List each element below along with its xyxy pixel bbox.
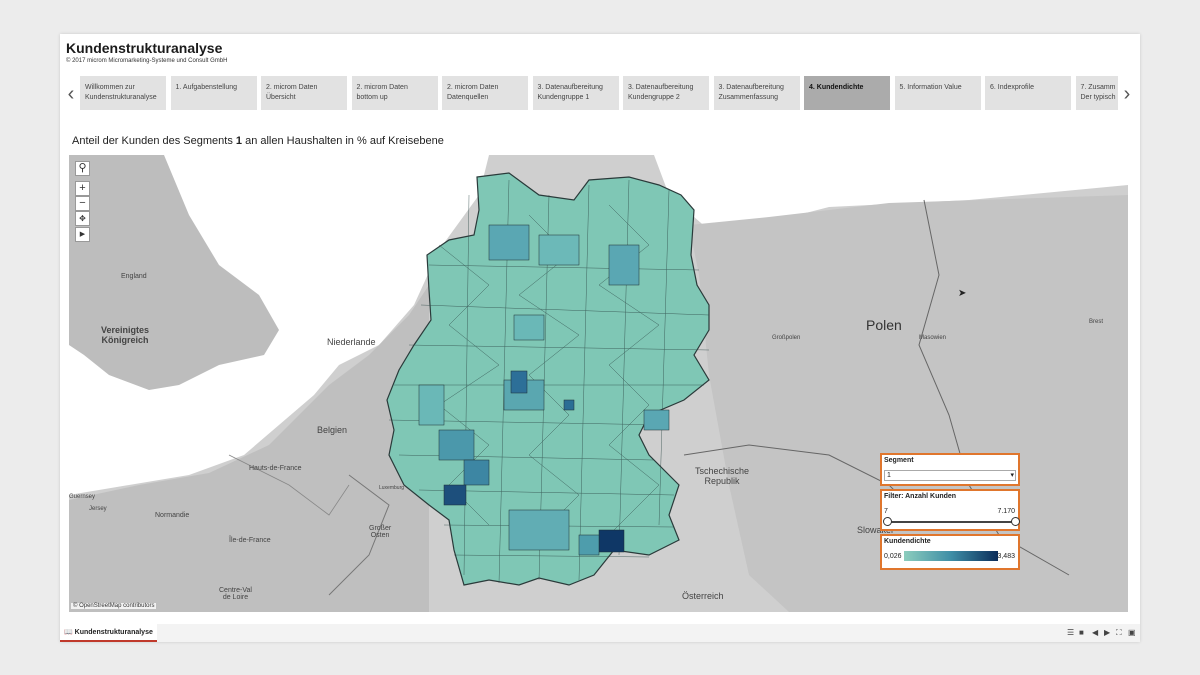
map-label: Normandie	[155, 512, 190, 519]
story-navigator: Willkommen zur Kundenstrukturanalyse 1. A…	[80, 76, 1118, 110]
osm-credit: © OpenStreetMap contributors	[71, 603, 157, 609]
anzahl-min: 7	[884, 508, 888, 515]
story-tab[interactable]: 2. microm Daten Übersicht	[261, 76, 349, 110]
segment-title: Segment	[884, 457, 914, 464]
map-label: Centre-Val de Loire	[219, 587, 252, 601]
kundendichte-legend: Kundendichte 0,026 3,483	[880, 534, 1020, 570]
single-view-icon[interactable]: ■	[1079, 628, 1084, 637]
anzahl-slider-max-handle[interactable]	[1011, 517, 1020, 526]
map-label: Vereinigtes Königreich	[101, 325, 150, 345]
anzahl-title: Filter: Anzahl Kunden	[884, 493, 957, 500]
map-label: Brest	[1089, 319, 1104, 325]
legend-max: 3,483	[997, 553, 1015, 560]
story-tab[interactable]: 3. Datenaufbereitung Kundengruppe 2	[623, 76, 711, 110]
map-label: Polen	[866, 317, 902, 333]
fullscreen-icon[interactable]: ⛶	[1116, 628, 1122, 638]
segment-value: 1	[887, 472, 891, 479]
anzahl-slider-min-handle[interactable]	[883, 517, 892, 526]
map-label: Jersey	[89, 506, 107, 512]
map-label: Île-de-France	[229, 537, 271, 544]
sheet-tab[interactable]: 📖 Kundenstrukturanalyse	[60, 624, 157, 642]
segment-dropdown[interactable]: 1 ▾	[884, 470, 1016, 481]
search-icon[interactable]: ⚲	[75, 161, 90, 176]
story-tab[interactable]: 2. microm Daten bottom up	[351, 76, 440, 110]
previous-icon[interactable]: ◀	[1092, 628, 1098, 637]
anzahl-slider-track	[887, 521, 1015, 523]
next-icon[interactable]: ▶	[1104, 628, 1110, 637]
mouse-cursor-icon: ➤	[958, 288, 967, 299]
legend-title: Kundendichte	[884, 538, 931, 545]
anzahl-max: 7.170	[997, 508, 1015, 515]
caption-suffix: an allen Haushalten in % auf Kreisebene	[242, 135, 444, 147]
map-label: Guernsey	[69, 494, 96, 500]
zoom-out-icon[interactable]: −	[75, 196, 90, 211]
legend-gradient	[904, 551, 998, 561]
map-label: England	[121, 273, 147, 280]
map-label: Hauts-de-France	[249, 465, 302, 472]
story-tab[interactable]: 1. Aufgabenstellung	[170, 76, 259, 110]
map-label: Österreich	[682, 591, 724, 601]
story-tab[interactable]: 7. Zusamm Der typisch	[1075, 76, 1118, 110]
map-label: Großpolen	[772, 335, 801, 341]
story-tab[interactable]: 5. Information Value	[894, 76, 983, 110]
sheet-tab-label: Kundenstrukturanalyse	[74, 629, 153, 636]
chevron-down-icon: ▾	[1010, 472, 1014, 479]
copyright-text: © 2017 microm Micromarketing-Systeme und…	[66, 58, 228, 64]
chevron-left-icon[interactable]: ‹	[62, 78, 80, 110]
map-label: Luxemburg	[379, 485, 405, 491]
present-icon[interactable]: ▣	[1128, 628, 1136, 637]
anzahl-filter: Filter: Anzahl Kunden 7 7.170	[880, 489, 1020, 531]
chevron-right-icon[interactable]: ›	[1118, 78, 1136, 110]
map-label: Belgien	[317, 425, 348, 435]
bottom-bar: 📖 Kundenstrukturanalyse ☰ ■ ◀ ▶ ⛶ ▣	[60, 624, 1140, 642]
segment-filter: Segment 1 ▾	[880, 453, 1020, 486]
story-tab[interactable]: Willkommen zur Kundenstrukturanalyse	[80, 76, 168, 110]
choropleth-map[interactable]: England Vereinigtes Königreich Niederlan…	[69, 155, 1128, 612]
map-label: Tschechische Republik	[695, 466, 750, 486]
map-label: Niederlande	[327, 337, 376, 347]
zoom-in-icon[interactable]: +	[75, 181, 90, 196]
story-tab[interactable]: 3. Datenaufbereitung Kundengruppe 1	[532, 76, 621, 110]
story-tab[interactable]: 2. microm Daten Datenquellen	[442, 76, 530, 110]
story-tab[interactable]: 4. Kundendichte	[804, 76, 892, 110]
map-caption: Anteil der Kunden des Segments 1 an alle…	[72, 135, 444, 147]
legend-min: 0,026	[884, 553, 902, 560]
dashboard-window: Kundenstrukturanalyse © 2017 microm Micr…	[60, 34, 1140, 642]
play-icon[interactable]: ▶	[75, 227, 90, 242]
page-title: Kundenstrukturanalyse	[66, 40, 223, 56]
map-label: Masowien	[919, 335, 947, 341]
story-tab[interactable]: 6. Indexprofile	[985, 76, 1073, 110]
caption-prefix: Anteil der Kunden des Segments	[72, 135, 236, 147]
grid-view-icon[interactable]: ☰	[1067, 628, 1074, 637]
pan-icon[interactable]: ✥	[75, 211, 90, 226]
book-icon: 📖	[64, 629, 73, 636]
story-tab[interactable]: 3. Datenaufbereitung Zusammenfassung	[713, 76, 802, 110]
map-label: Großer Osten	[369, 525, 392, 539]
